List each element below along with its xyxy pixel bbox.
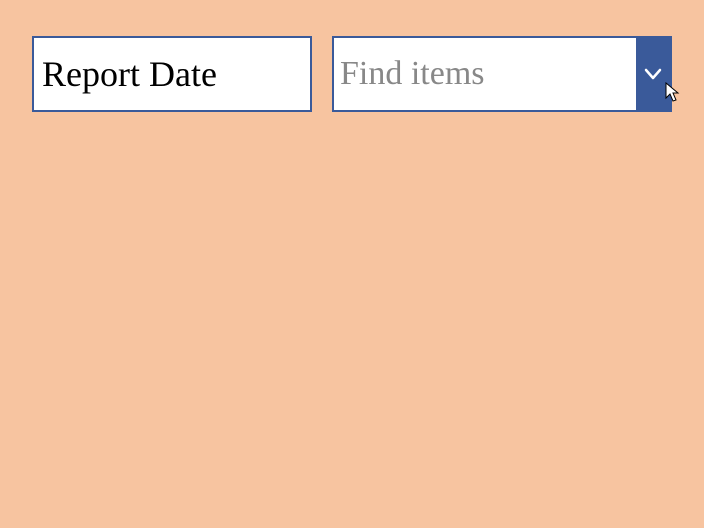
report-date-label: Report Date [32,36,312,112]
dropdown-placeholder[interactable]: Find items [334,38,636,110]
filter-row: Report Date Find items [0,0,704,148]
dropdown-toggle-button[interactable] [636,38,670,110]
label-text: Report Date [42,53,217,95]
chevron-down-icon [644,65,662,83]
find-items-dropdown[interactable]: Find items [332,36,672,112]
